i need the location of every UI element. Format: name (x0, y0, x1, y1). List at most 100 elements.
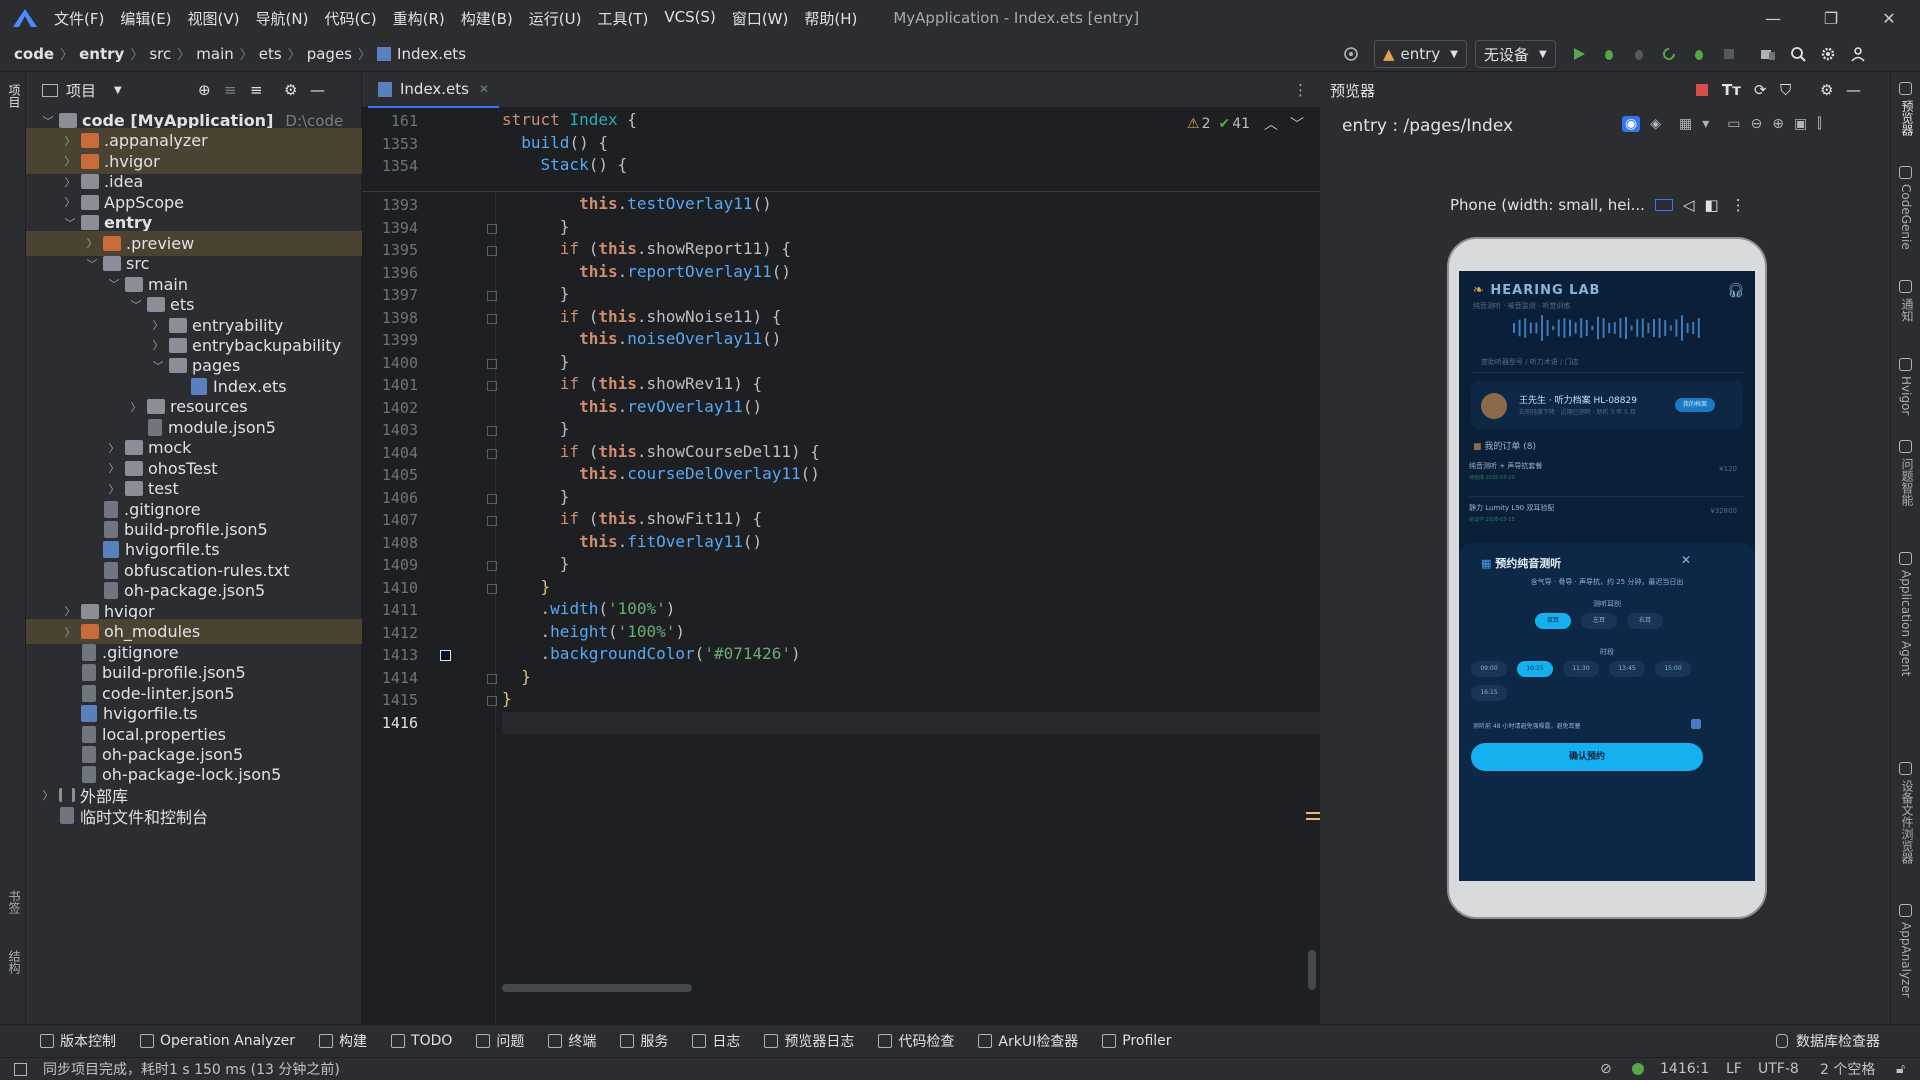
ear-option[interactable]: 右耳 (1627, 613, 1663, 629)
fold-marker-icon[interactable] (487, 313, 497, 324)
code-line[interactable]: } (502, 487, 570, 506)
debug-icon[interactable] (1595, 40, 1623, 68)
code-line[interactable]: } (502, 667, 531, 686)
order-row[interactable]: 静力 Lumity L90 双耳验配 验试中 2026-03-15 ¥32800 (1469, 499, 1745, 539)
chevron-right-icon[interactable]: 〉 (62, 174, 78, 190)
collapse-all-icon[interactable]: ≡ (250, 81, 263, 99)
profile-card[interactable]: 王先生 · 听力档案 HL-08829 右侧轻度下降 · 近期已测听 · 助听 … (1471, 381, 1743, 429)
code-line[interactable]: } (502, 352, 570, 371)
vertical-scrollbar[interactable] (1308, 950, 1316, 990)
code-line[interactable]: } (502, 577, 551, 596)
inspect-icon[interactable]: ⛉ (1780, 81, 1791, 99)
breadcrumb-item[interactable]: main (196, 45, 233, 63)
close-modal-icon[interactable]: ✕ (1681, 553, 1691, 567)
target-icon[interactable] (1337, 40, 1365, 68)
chevron-right-icon[interactable]: 〉 (62, 603, 78, 619)
stop-icon[interactable] (1715, 40, 1743, 68)
time-slot[interactable]: 09:00 (1471, 661, 1507, 677)
fold-marker-icon[interactable] (487, 291, 497, 301)
menu-item[interactable]: 运行(U) (529, 8, 582, 29)
menu-item[interactable]: VCS(S) (664, 8, 715, 29)
maximize-button[interactable]: ❐ (1802, 0, 1860, 36)
chevron-right-icon[interactable]: 〉 (128, 399, 144, 415)
bottom-tool-button[interactable]: 服务 (620, 1031, 668, 1051)
tool-window-button[interactable]: AppAnalyzer (1899, 922, 1913, 998)
caret-position[interactable]: 1416:1 (1660, 1061, 1709, 1077)
bottom-tool-button[interactable]: ArkUI检查器 (978, 1031, 1078, 1051)
panel-toggle-icon[interactable] (14, 1062, 27, 1076)
fold-marker-icon[interactable] (487, 358, 497, 369)
chevron-down-icon[interactable]: ▼ (114, 85, 122, 96)
chevron-down-icon[interactable]: ﹀ (128, 297, 144, 313)
breadcrumb-item[interactable]: ets (259, 45, 282, 63)
tool-window-button[interactable]: CodeGenie (1899, 184, 1913, 250)
stop-preview-icon[interactable] (1696, 84, 1708, 96)
sticky-code-line[interactable]: Stack() { (502, 155, 628, 174)
code-line[interactable]: this.courseDelOverlay11() (502, 464, 820, 483)
menu-item[interactable]: 视图(V) (188, 8, 240, 29)
search-icon[interactable] (1784, 40, 1812, 68)
info-checkbox[interactable] (1691, 719, 1701, 729)
lock-icon[interactable]: 🔓︎ (1896, 1061, 1905, 1077)
horizontal-scrollbar[interactable] (502, 984, 692, 992)
headphones-icon[interactable]: 🎧︎ (1727, 283, 1745, 299)
close-window-button[interactable]: ✕ (1860, 0, 1918, 36)
sticky-code-line[interactable]: struct Index { (502, 110, 637, 129)
code-line[interactable]: } (502, 284, 570, 303)
fold-marker-icon[interactable] (487, 493, 497, 504)
inspection-widget[interactable]: ⚠ 2 ✔ 41 ︿ ﹀ (1187, 114, 1304, 134)
code-line[interactable]: } (502, 554, 570, 573)
project-view-select[interactable]: 项目 (66, 80, 96, 101)
code-line[interactable]: if (this.showFit11) { (502, 509, 762, 528)
breadcrumb-item[interactable]: entry (79, 45, 124, 63)
project-tool-button[interactable]: 项目 (6, 84, 23, 108)
tool-window-button[interactable]: 通知 (1899, 298, 1916, 322)
fold-marker-icon[interactable] (487, 246, 497, 256)
chevron-down-icon[interactable]: ﹀ (106, 276, 122, 292)
code-line[interactable]: this.reportOverlay11() (502, 262, 791, 281)
code-line[interactable]: if (this.showNoise11) { (502, 307, 782, 326)
tool-window-button[interactable]: 问题智能 (1899, 458, 1916, 506)
order-row[interactable]: 纯音测听 + 声导抗套餐 待完成 2026-03-20 ¥120 (1469, 457, 1745, 497)
bottom-tool-button[interactable]: 问题 (476, 1031, 524, 1051)
search-input[interactable]: 查助听器型号 / 听力术语 / 门店 (1471, 351, 1743, 373)
code-line[interactable] (502, 711, 1320, 734)
chevron-right-icon[interactable]: 〉 (62, 624, 78, 640)
code-line[interactable]: this.noiseOverlay11() (502, 329, 781, 348)
profile-badge[interactable]: 我的档案 (1675, 398, 1715, 412)
minimize-button[interactable]: — (1744, 0, 1802, 36)
fold-marker-icon[interactable] (487, 426, 497, 436)
close-tab-icon[interactable]: ✕ (479, 82, 489, 96)
menu-item[interactable]: 构建(B) (461, 8, 513, 29)
split-icon[interactable]: ⫿ (1817, 116, 1821, 132)
tool-window-button[interactable]: 预览器 (1899, 100, 1916, 136)
code-line[interactable]: .height('100%') (502, 622, 686, 641)
breadcrumb-item[interactable]: code (14, 45, 54, 63)
bottom-tool-button[interactable]: 终端 (548, 1031, 596, 1051)
prev-highlight-icon[interactable]: ︿ (1264, 114, 1278, 134)
status-message[interactable]: 同步项目完成，耗时1 s 150 ms (13 分钟之前) (43, 1059, 340, 1079)
menu-item[interactable]: 文件(F) (54, 8, 104, 29)
device-type-icon[interactable] (1654, 199, 1673, 211)
bottom-tool-button[interactable]: 版本控制 (40, 1031, 116, 1051)
device-selector[interactable]: Phone (width: small, hei... ◁ ◧ ⋮ (1450, 196, 1746, 214)
color-swatch-icon[interactable] (440, 650, 451, 661)
fold-marker-icon[interactable] (487, 381, 497, 391)
code-line[interactable]: this.fitOverlay11() (502, 532, 762, 551)
gear-icon[interactable]: ⚙ (284, 81, 297, 99)
attach-debugger-icon[interactable] (1625, 40, 1653, 68)
menu-item[interactable]: 窗口(W) (732, 8, 789, 29)
indent-setting[interactable]: 2 个空格 (1820, 1059, 1875, 1079)
time-slot[interactable]: 11:30 (1563, 661, 1599, 677)
bottom-tool-button[interactable]: TODO (391, 1033, 452, 1049)
chevron-right-icon[interactable]: 〉 (62, 153, 78, 169)
chevron-right-icon[interactable]: 〉 (150, 337, 166, 353)
time-slot[interactable]: 10:15 (1517, 661, 1553, 677)
menu-item[interactable]: 编辑(E) (120, 8, 171, 29)
structure-tool-button[interactable]: 结构 (6, 950, 23, 974)
no-notifications-icon[interactable]: ⊘ (1600, 1061, 1612, 1077)
chevron-down-icon[interactable]: ﹀ (150, 358, 166, 374)
account-icon[interactable] (1844, 40, 1872, 68)
profile-icon[interactable] (1685, 40, 1713, 68)
tool-window-button[interactable]: Application Agent (1899, 570, 1913, 676)
